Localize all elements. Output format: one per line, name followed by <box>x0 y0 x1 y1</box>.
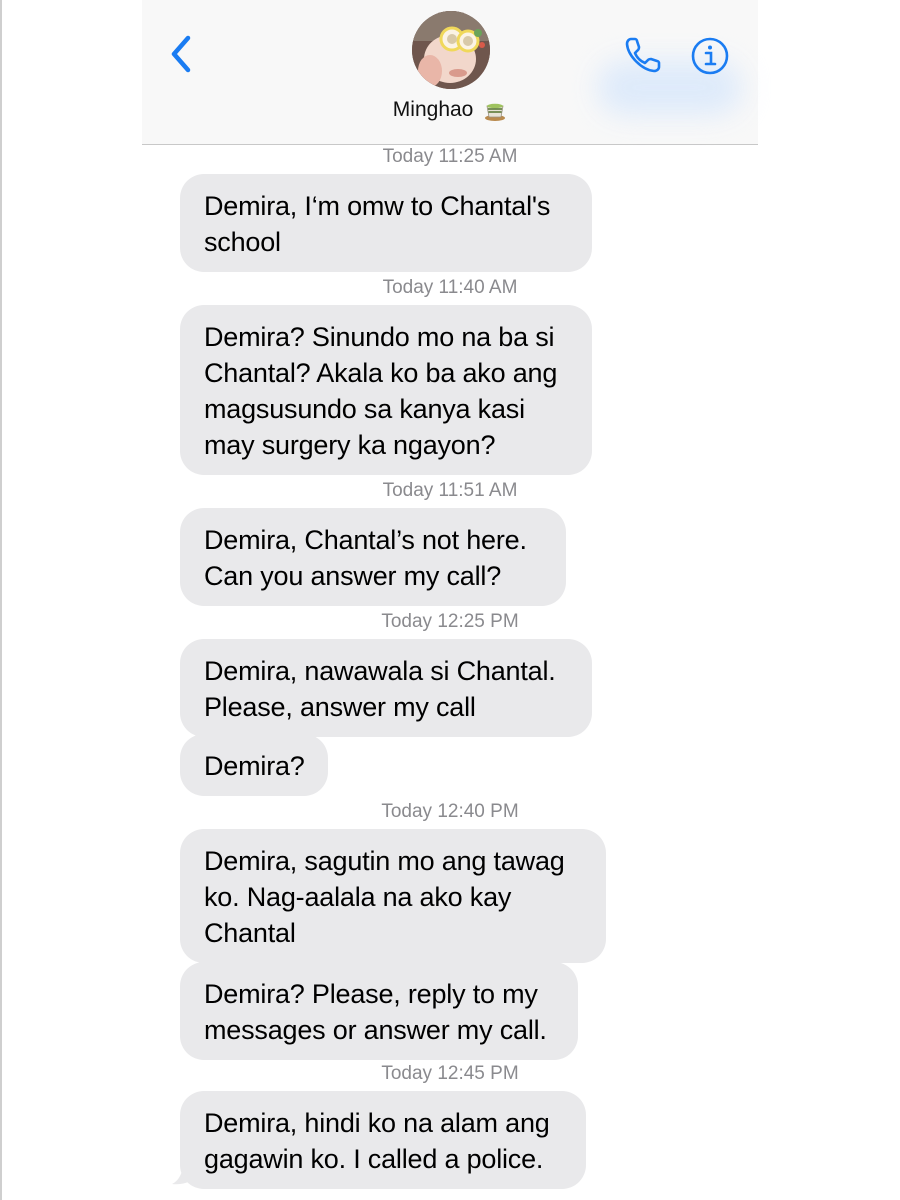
timestamp: Today 12:45 PM <box>381 1063 519 1084</box>
received-message-bubble[interactable]: Demira, sagutin mo ang tawag ko. Nag-aal… <box>180 829 606 963</box>
received-message-bubble[interactable]: Demira, nawawala si Chantal. Please, ans… <box>180 639 592 737</box>
timestamp: Today 11:40 AM <box>382 277 518 298</box>
received-message-bubble[interactable]: Demira, I‘m omw to Chantal's school <box>180 174 592 272</box>
phone-icon <box>625 37 661 73</box>
page-edge <box>0 0 2 1200</box>
conversation-header: Minghao <box>142 0 758 145</box>
contact-avatar[interactable] <box>412 11 490 89</box>
call-button[interactable] <box>622 34 664 76</box>
timestamp: Today 12:40 PM <box>381 801 519 822</box>
tea-cup-emoji-icon <box>485 104 506 122</box>
contact-name: Minghao <box>392 98 474 121</box>
timestamp: Today 11:25 AM <box>382 146 518 167</box>
back-button[interactable] <box>164 30 200 78</box>
timestamp: Today 12:25 PM <box>381 611 519 632</box>
info-button[interactable] <box>690 36 730 76</box>
bubble-tail-icon <box>172 1163 194 1185</box>
chevron-left-icon <box>171 35 191 73</box>
info-icon <box>691 37 729 75</box>
received-message-bubble[interactable]: Demira, Chantal’s not here. Can you answ… <box>180 508 566 606</box>
avatar-photo <box>412 11 490 89</box>
received-message-bubble[interactable]: Demira? Sinundo mo na ba si Chantal? Aka… <box>180 305 592 475</box>
received-message-bubble[interactable]: Demira? <box>180 734 328 796</box>
messages-screen: Minghao Today 11:25 AM Demira, I‘m omw t… <box>142 0 758 1200</box>
timestamp: Today 11:51 AM <box>382 480 518 501</box>
received-message-bubble[interactable]: Demira? Please, reply to my messages or … <box>180 962 578 1060</box>
contact-name-row[interactable]: Minghao <box>142 98 758 122</box>
received-message-bubble[interactable]: Demira, hindi ko na alam ang gagawin ko.… <box>180 1091 586 1189</box>
